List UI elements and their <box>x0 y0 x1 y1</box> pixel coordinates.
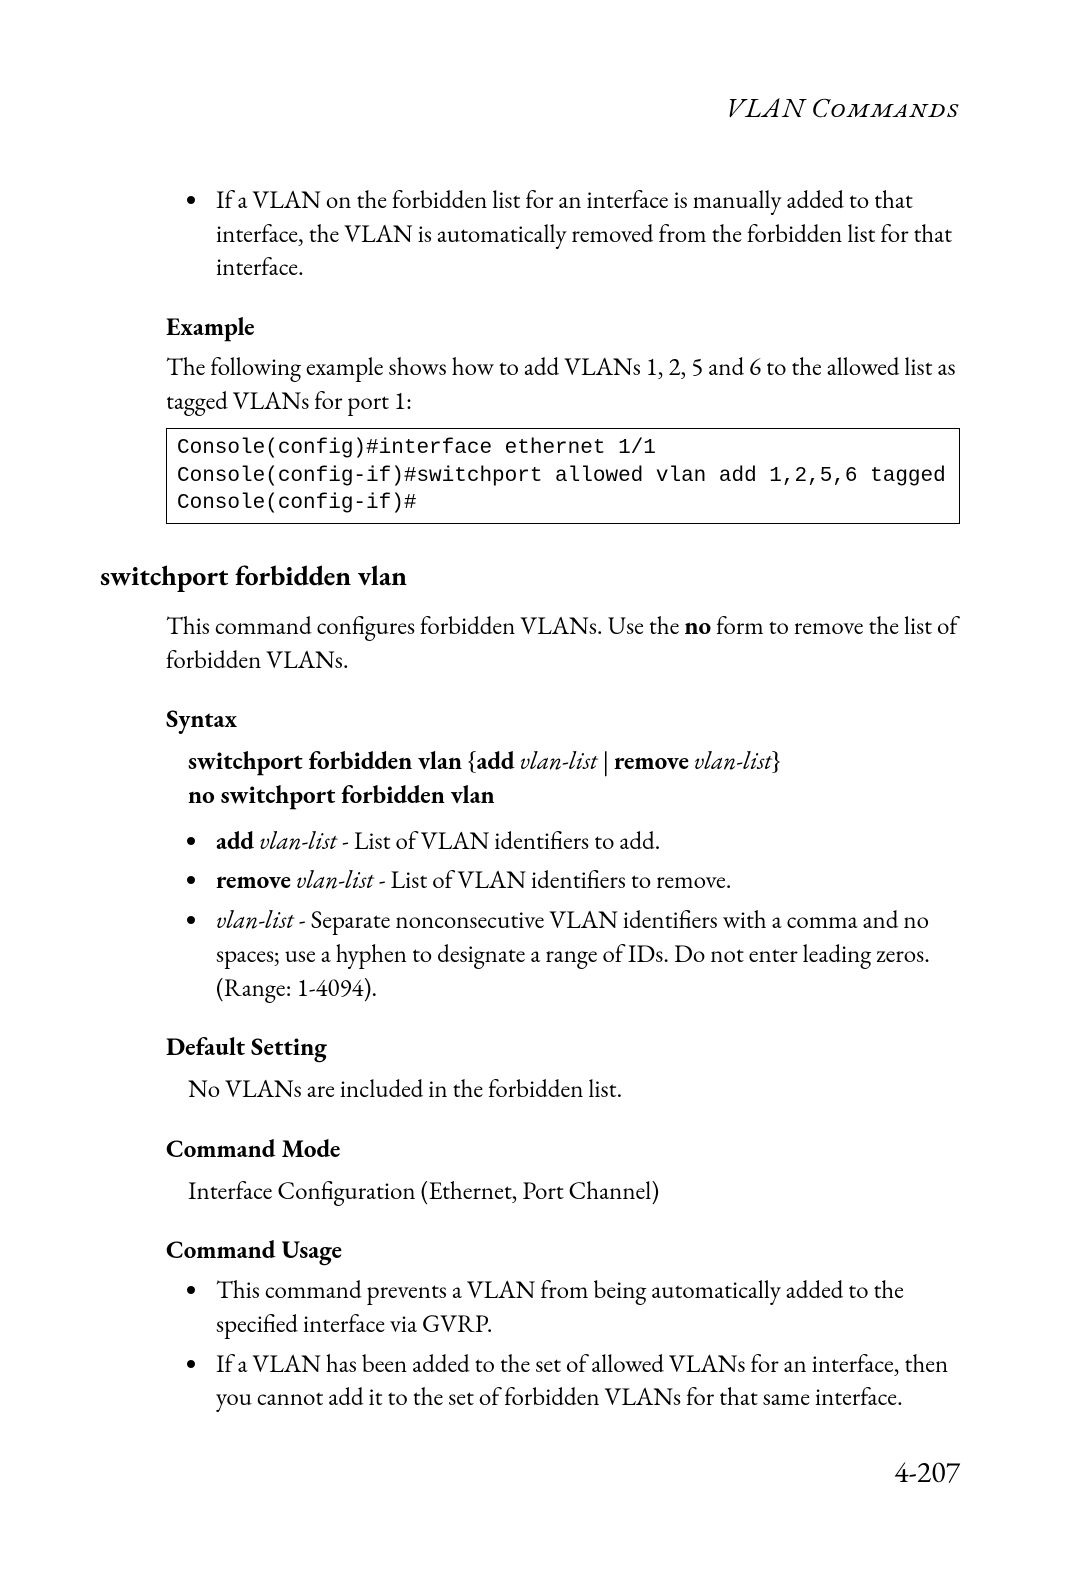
sb2-r: - List of VLAN identifiers to remove. <box>374 864 732 896</box>
desc-pre: This command configures forbidden VLANs.… <box>166 610 684 642</box>
syntax-lines: switchport forbidden vlan {add vlan-list… <box>188 745 960 813</box>
default-setting-heading: Default Setting <box>166 1031 960 1065</box>
sx-p5: vlan-list <box>520 745 598 777</box>
sb1-b: add <box>216 825 254 857</box>
sb2-b: remove <box>216 864 291 896</box>
sx-p6: | <box>597 745 614 777</box>
sb1-i: vlan-list <box>254 825 337 857</box>
command-usage-bullets: This command prevents a VLAN from being … <box>166 1274 960 1415</box>
section-body: This command configures forbidden VLANs.… <box>166 610 960 1415</box>
page: VLAN Commands If a VLAN on the forbidden… <box>0 0 1080 1570</box>
sx-p2: { <box>462 745 476 777</box>
cu-bullet-1: This command prevents a VLAN from being … <box>210 1274 960 1342</box>
syntax-bullet-2: remove vlan-list - List of VLAN identifi… <box>210 864 960 898</box>
default-setting-text: No VLANs are included in the forbidden l… <box>188 1073 960 1107</box>
syntax-line-2: no switchport forbidden vlan <box>188 779 960 813</box>
command-mode-heading: Command Mode <box>166 1133 960 1167</box>
sx-p10: } <box>772 745 781 777</box>
sb1-r: - List of VLAN identifiers to add. <box>337 825 660 857</box>
sb3-r: - Separate nonconsecutive VLAN identifie… <box>216 904 930 1004</box>
syntax-bullets: add vlan-list - List of VLAN identifiers… <box>166 825 960 1006</box>
top-bullet-list: If a VLAN on the forbidden list for an i… <box>166 184 960 285</box>
sx-p7: remove <box>614 745 689 777</box>
page-number: 4-207 <box>894 1452 960 1493</box>
desc-bold: no <box>684 610 711 642</box>
sx-p1: switchport forbidden vlan <box>188 745 462 777</box>
code-block: Console(config)#interface ethernet 1/1 C… <box>166 428 960 524</box>
cu-bullet-2: If a VLAN has been added to the set of a… <box>210 1348 960 1416</box>
example-text: The following example shows how to add V… <box>166 351 960 419</box>
command-usage-heading: Command Usage <box>166 1234 960 1268</box>
sb3-i: vlan-list <box>216 904 294 936</box>
sx-p9: vlan-list <box>694 745 772 777</box>
sb2-i: vlan-list <box>291 864 374 896</box>
syntax-line-1: switchport forbidden vlan {add vlan-list… <box>188 745 960 779</box>
top-block: If a VLAN on the forbidden list for an i… <box>166 184 960 524</box>
syntax-bullet-1: add vlan-list - List of VLAN identifiers… <box>210 825 960 859</box>
top-bullet-item: If a VLAN on the forbidden list for an i… <box>210 184 960 285</box>
command-mode-text: Interface Configuration (Ethernet, Port … <box>188 1175 960 1209</box>
running-header: VLAN Commands <box>100 90 960 128</box>
sx-p3: add <box>476 745 514 777</box>
section-title: switchport forbidden vlan <box>100 558 960 596</box>
section-description: This command configures forbidden VLANs.… <box>166 610 960 678</box>
example-heading: Example <box>166 311 960 345</box>
syntax-bullet-3: vlan-list - Separate nonconsecutive VLAN… <box>210 904 960 1005</box>
syntax-heading: Syntax <box>166 703 960 737</box>
